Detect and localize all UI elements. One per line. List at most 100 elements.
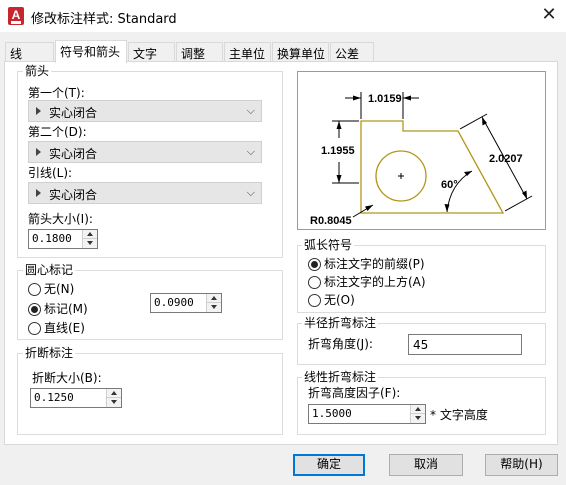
title-bar: A 修改标注样式: Standard ✕ (0, 0, 566, 32)
break-size-value: 0.1250 (34, 391, 74, 404)
radio-label: 无(N) (44, 282, 75, 296)
dim-top-value: 1.0159 (368, 93, 402, 105)
center-mark-none-radio[interactable]: 无(N) (28, 282, 118, 298)
radio-label: 无(O) (324, 293, 355, 307)
tab-text[interactable]: 文字 (128, 42, 175, 62)
radio-circle-icon (308, 276, 321, 289)
tab-label: 线 (10, 47, 23, 61)
arrowhead (336, 175, 342, 183)
tab-label: 公差 (335, 47, 360, 61)
break-size-spinner[interactable]: 0.1250 (30, 388, 122, 408)
second-arrow-value: 实心闭合 (49, 147, 98, 161)
closed-filled-arrow-icon (36, 148, 41, 156)
chevron-down-icon: ⌵ (246, 145, 255, 158)
center-mark-size-value: 0.0900 (154, 296, 194, 309)
ok-button[interactable]: 确定 (293, 454, 365, 476)
arc-none-radio[interactable]: 无(O) (308, 293, 458, 309)
tab-alternate-units[interactable]: 换算单位 (272, 42, 329, 62)
tab-label: 符号和箭头 (60, 45, 121, 59)
radius-jog-group-label: 半径折弯标注 (302, 316, 379, 330)
jog-angle-value: 45 (413, 338, 429, 352)
tab-tolerances[interactable]: 公差 (330, 42, 374, 62)
spin-up-icon[interactable] (411, 405, 425, 414)
cancel-button[interactable]: 取消 (389, 454, 463, 476)
autocad-app-icon: A (8, 7, 24, 25)
dimension-preview: 1.0159 1.1955 2.0207 60° R0.8045 (297, 71, 546, 230)
radius-value: R0.8045 (310, 215, 352, 227)
radio-label: 标注文字的上方(A) (324, 275, 426, 289)
arc-prefix-radio[interactable]: 标注文字的前缀(P) (308, 257, 458, 273)
help-button[interactable]: 帮助(H) (485, 454, 558, 476)
first-arrow-value: 实心闭合 (49, 106, 98, 120)
part-outline (360, 120, 505, 214)
app-icon-letter: A (11, 8, 21, 22)
arrowheads-group-label: 箭头 (23, 64, 52, 78)
jog-height-factor-value: 1.5000 (312, 407, 352, 420)
spin-down-icon[interactable] (411, 414, 425, 423)
radio-selected-icon (308, 258, 321, 271)
tab-label: 调整 (181, 47, 206, 61)
closed-filled-arrow-icon (36, 107, 41, 115)
leader-arrow-dropdown[interactable]: 实心闭合 ⌵ (28, 182, 262, 204)
arrow-size-value: 0.1800 (32, 232, 72, 245)
center-marks-group-label: 圆心标记 (23, 263, 76, 277)
second-arrow-label: 第二个(D): (28, 125, 87, 139)
dim-left-value: 1.1955 (321, 145, 355, 157)
center-mark-mark-radio[interactable]: 标记(M) (28, 302, 118, 318)
arrowhead (444, 204, 450, 212)
linear-jog-group-label: 线性折弯标注 (302, 370, 379, 384)
arrow-size-spinner[interactable]: 0.1800 (28, 229, 98, 249)
tab-strip: 线 符号和箭头 文字 调整 主单位 换算单位 公差 (0, 40, 566, 63)
radio-circle-icon (308, 294, 321, 307)
jog-height-factor-spinner[interactable]: 1.5000 (308, 404, 426, 424)
arrowhead (336, 121, 342, 129)
radio-circle-icon (28, 283, 41, 296)
arrowhead (403, 95, 411, 101)
spin-up-icon[interactable] (83, 230, 97, 239)
tab-fit[interactable]: 调整 (176, 42, 223, 62)
radio-selected-icon (28, 303, 41, 316)
jog-height-factor-label: 折弯高度因子(F): (308, 386, 401, 400)
radio-label: 直线(E) (44, 321, 85, 335)
first-arrow-label: 第一个(T): (28, 86, 85, 100)
closed-filled-arrow-icon (36, 189, 41, 197)
leader-arrow-value: 实心闭合 (49, 188, 98, 202)
spin-up-icon[interactable] (107, 389, 121, 398)
tab-symbols-and-arrows[interactable]: 符号和箭头 (55, 40, 127, 63)
angle-arc (446, 170, 473, 213)
radio-circle-icon (28, 322, 41, 335)
chevron-down-icon: ⌵ (246, 104, 255, 117)
spin-down-icon[interactable] (207, 303, 221, 312)
tab-label: 主单位 (229, 47, 266, 61)
radio-label: 标记(M) (44, 302, 88, 316)
arrowhead (365, 205, 373, 211)
tab-primary-units[interactable]: 主单位 (224, 42, 271, 62)
center-mark-size-spinner[interactable]: 0.0900 (150, 293, 222, 313)
chevron-down-icon: ⌵ (246, 186, 255, 199)
text-height-suffix: * 文字高度 (430, 408, 488, 422)
close-icon[interactable]: ✕ (532, 0, 566, 32)
ext-line (504, 195, 533, 212)
tab-lines[interactable]: 线 (5, 42, 54, 62)
dim-right-value: 2.0207 (489, 153, 523, 165)
first-arrow-dropdown[interactable]: 实心闭合 ⌵ (28, 100, 262, 122)
arrow-size-label: 箭头大小(I): (28, 212, 93, 226)
arc-length-group-label: 弧长符号 (302, 238, 355, 252)
arc-above-radio[interactable]: 标注文字的上方(A) (308, 275, 458, 291)
radio-label: 标注文字的前缀(P) (324, 257, 425, 271)
leader-arrow-label: 引线(L): (28, 166, 73, 180)
tab-label: 换算单位 (277, 47, 326, 61)
second-arrow-dropdown[interactable]: 实心闭合 ⌵ (28, 141, 262, 163)
jog-angle-input[interactable]: 45 (408, 334, 522, 355)
arrowhead (353, 95, 361, 101)
center-mark-line-radio[interactable]: 直线(E) (28, 321, 118, 337)
break-size-label: 折断大小(B): (32, 371, 102, 385)
dimension-break-group-label: 折断标注 (23, 346, 76, 360)
spin-down-icon[interactable] (107, 398, 121, 407)
spin-up-icon[interactable] (207, 294, 221, 303)
angle-value: 60° (441, 179, 458, 191)
tab-label: 文字 (133, 47, 158, 61)
spin-down-icon[interactable] (83, 239, 97, 248)
jog-angle-label: 折弯角度(J): (308, 337, 373, 351)
window-title: 修改标注样式: Standard (31, 12, 177, 27)
